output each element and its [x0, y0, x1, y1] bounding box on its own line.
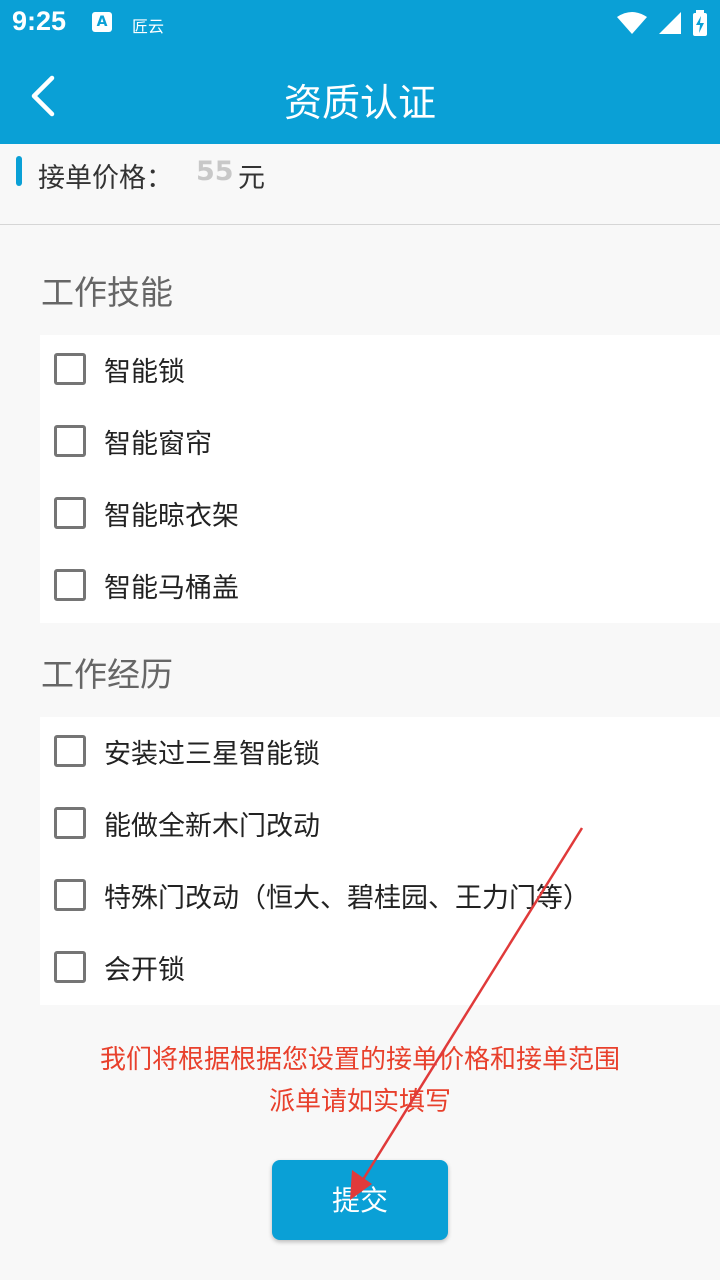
skills-card: 智能锁 智能窗帘 智能晾衣架 智能马桶盖: [40, 335, 720, 623]
experience-option-label: 特殊门改动（恒大、碧桂园、王力门等）: [104, 883, 590, 914]
skills-section-title: 工作技能: [41, 273, 173, 312]
page-title: 资质认证: [283, 81, 436, 125]
cellular-signal-icon: [659, 12, 681, 34]
checkbox[interactable]: [54, 735, 86, 767]
experience-option[interactable]: 会开锁: [40, 933, 720, 1005]
notice-line: 派单请如实填写: [268, 1087, 451, 1117]
notice-text: 我们将根据根据您设置的接单价格和接单范围 派单请如实填写: [0, 1039, 720, 1123]
status-time: 9:25: [12, 6, 67, 36]
skill-option-label: 智能晾衣架: [104, 501, 239, 532]
checkbox[interactable]: [54, 951, 86, 983]
price-label: 接单价格：: [38, 163, 173, 194]
experience-option-label: 会开锁: [104, 955, 185, 986]
wifi-icon: [617, 12, 647, 34]
app-notification-label: 匠云: [132, 17, 165, 36]
experience-card: 安装过三星智能锁 能做全新木门改动 特殊门改动（恒大、碧桂园、王力门等） 会开锁: [40, 717, 720, 1005]
experience-option[interactable]: 能做全新木门改动: [40, 789, 720, 861]
checkbox[interactable]: [54, 497, 86, 529]
battery-charging-icon: [693, 10, 707, 36]
experience-option[interactable]: 特殊门改动（恒大、碧桂园、王力门等）: [40, 861, 720, 933]
skill-option-label: 智能锁: [104, 357, 185, 388]
skill-option[interactable]: 智能马桶盖: [40, 551, 720, 623]
system-icons: [616, 10, 708, 36]
notice-line: 我们将根据根据您设置的接单价格和接单范围: [99, 1045, 620, 1075]
skill-option-label: 智能马桶盖: [104, 573, 239, 604]
price-unit: 元: [238, 163, 265, 194]
experience-option-label: 安装过三星智能锁: [104, 739, 320, 770]
price-row: 接单价格： 55 元: [0, 144, 720, 225]
experience-option-label: 能做全新木门改动: [104, 811, 320, 842]
experience-section-title: 工作经历: [41, 655, 173, 694]
checkbox[interactable]: [54, 569, 86, 601]
submit-button[interactable]: 提交: [272, 1160, 448, 1240]
status-bar: 9:25 A 匠云: [0, 0, 720, 48]
skill-option[interactable]: 智能锁: [40, 335, 720, 407]
skill-option[interactable]: 智能晾衣架: [40, 479, 720, 551]
checkbox[interactable]: [54, 425, 86, 457]
checkbox[interactable]: [54, 807, 86, 839]
section-marker: [16, 156, 22, 186]
price-value[interactable]: 55: [196, 156, 234, 187]
checkbox[interactable]: [54, 879, 86, 911]
checkbox[interactable]: [54, 353, 86, 385]
app-bar: 资质认证: [0, 48, 720, 144]
skill-option-label: 智能窗帘: [104, 429, 212, 460]
skill-option[interactable]: 智能窗帘: [40, 407, 720, 479]
experience-option[interactable]: 安装过三星智能锁: [40, 717, 720, 789]
app-notification-icon: A: [92, 12, 112, 32]
